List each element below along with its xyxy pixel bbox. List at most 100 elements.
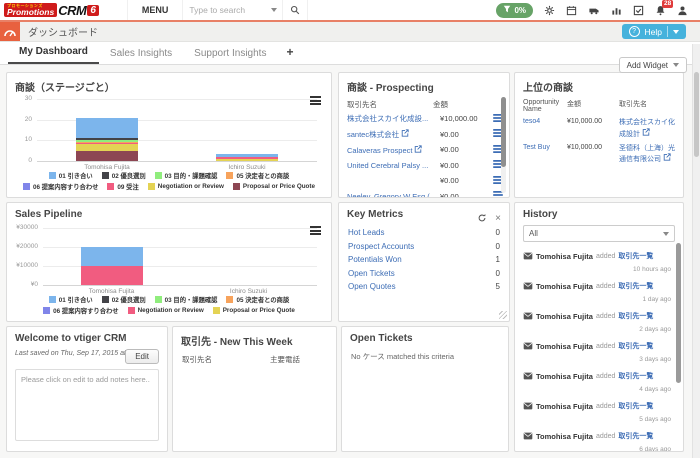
- account-name-link[interactable]: United Cerebral Palsy ...: [347, 161, 436, 170]
- legend-swatch: [43, 307, 50, 314]
- refresh-icon[interactable]: [477, 210, 487, 228]
- tab-my-dashboard[interactable]: My Dashboard: [8, 42, 99, 64]
- user-icon[interactable]: [677, 5, 688, 16]
- history-target-link[interactable]: 取引先一覧: [618, 281, 653, 291]
- table-row: Calaveras Prospect¥0.00: [347, 142, 503, 158]
- external-link-icon[interactable]: [414, 145, 422, 155]
- legend-item[interactable]: 02 優良選別: [102, 171, 146, 180]
- metric-link[interactable]: Prospect Accounts: [348, 242, 496, 251]
- help-button[interactable]: ? Help: [622, 24, 686, 39]
- resize-handle[interactable]: [499, 311, 507, 319]
- search-input[interactable]: [183, 5, 271, 15]
- account-name-link[interactable]: 株式会社スカイ化成設...: [347, 113, 436, 124]
- legend-item[interactable]: Negotiation or Review: [148, 182, 224, 191]
- app-logo[interactable]: プロモーションズPromotions CRM 6: [4, 1, 99, 19]
- van-icon[interactable]: [588, 5, 600, 16]
- legend-item[interactable]: 01 引き合い: [49, 171, 93, 180]
- history-target-link[interactable]: 取引先一覧: [618, 371, 653, 381]
- bar-tomohisa-fujita[interactable]: [76, 118, 138, 161]
- metric-value: 5: [496, 282, 500, 291]
- chevron-down-icon: [663, 232, 669, 236]
- page-scrollbar-thumb[interactable]: [694, 72, 699, 157]
- add-tab-button[interactable]: +: [277, 43, 302, 64]
- notes-area[interactable]: Please click on edit to add notes here..: [15, 369, 159, 441]
- history-target-link[interactable]: 取引先一覧: [618, 431, 653, 441]
- metric-link[interactable]: Open Quotes: [348, 282, 496, 291]
- edit-button[interactable]: Edit: [125, 349, 159, 364]
- dashboard-gauge-icon[interactable]: [0, 22, 20, 41]
- legend-item[interactable]: Proposal or Price Quote: [233, 182, 315, 191]
- legend-label: 02 優良選別: [112, 295, 146, 304]
- y-axis-tick-label: 30: [7, 95, 32, 102]
- chart-menu-icon[interactable]: [310, 96, 321, 105]
- history-target-link[interactable]: 取引先一覧: [618, 401, 653, 411]
- history-target-link[interactable]: 取引先一覧: [618, 251, 653, 261]
- legend-item[interactable]: 03 目的・課題確認: [155, 295, 218, 304]
- legend-item[interactable]: 05 決定者との商談: [226, 171, 289, 180]
- widget-welcome-notes: Welcome to vtiger CRM Last saved on Thu,…: [6, 326, 168, 452]
- history-target-link[interactable]: 取引先一覧: [618, 341, 653, 351]
- tasks-checkbox-icon[interactable]: [633, 5, 644, 16]
- widget-open-tickets: Open Tickets No ケース matched this criteri…: [341, 326, 509, 452]
- external-link-icon[interactable]: [401, 129, 409, 139]
- bar-ichiro-suzuki[interactable]: [216, 154, 278, 161]
- table-row: teso4¥10,000.00株式会社スカイ化成設計: [523, 116, 675, 142]
- amount-value: ¥0.00: [440, 176, 490, 185]
- opportunity-name-link[interactable]: Test Buy: [523, 144, 567, 151]
- tab-support-insights[interactable]: Support Insights: [183, 44, 277, 64]
- account-name-link[interactable]: Neeley, Gregory W Esq (: [347, 192, 436, 198]
- bar-tomohisa-fujita[interactable]: [81, 247, 143, 285]
- table-row: United Cerebral Palsy ...¥0.00: [347, 158, 503, 174]
- table-row: 株式会社スカイ化成設...¥10,000.00: [347, 111, 503, 127]
- widget-opportunities-by-stage: 商談（ステージごと） 0102030Tomohisa FujitaIchiro …: [6, 72, 332, 198]
- tab-sales-insights[interactable]: Sales Insights: [99, 44, 183, 64]
- legend-item[interactable]: 06 提案内容すり合わせ: [43, 306, 118, 315]
- envelope-icon: [523, 277, 533, 295]
- search-scope-chevron-down-icon[interactable]: [271, 8, 277, 12]
- usage-badge[interactable]: 0%: [496, 3, 533, 18]
- envelope-icon: [523, 247, 533, 265]
- external-link-icon[interactable]: [663, 153, 671, 165]
- y-axis-tick-label: ¥10000: [7, 262, 38, 269]
- add-widget-button[interactable]: Add Widget: [619, 57, 687, 73]
- settings-gear-icon[interactable]: [544, 5, 555, 16]
- menu-button[interactable]: MENU: [127, 0, 184, 20]
- account-name-link[interactable]: Calaveras Prospect: [347, 145, 436, 155]
- legend-label: 06 提案内容すり合わせ: [33, 182, 98, 191]
- metric-link[interactable]: Open Tickets: [348, 269, 496, 278]
- legend-item[interactable]: 01 引き合い: [49, 295, 93, 304]
- legend-item[interactable]: 02 優良選別: [102, 295, 146, 304]
- history-item: Tomohisa Fujitaadded取引先一覧1 day ago: [515, 276, 683, 306]
- bar-segment: [76, 151, 138, 161]
- metric-link[interactable]: Potentials Won: [348, 255, 496, 264]
- account-name-link[interactable]: santec株式会社: [347, 129, 436, 140]
- legend-item[interactable]: 09 受注: [107, 182, 138, 191]
- legend-swatch: [213, 307, 220, 314]
- legend-item[interactable]: 06 提案内容すり合わせ: [23, 182, 98, 191]
- bar-chart-icon[interactable]: [611, 5, 622, 16]
- x-axis-category-label: Ichiro Suzuki: [189, 288, 309, 295]
- legend-label: Negotiation or Review: [138, 307, 204, 314]
- external-link-icon[interactable]: [642, 128, 650, 140]
- legend-item[interactable]: 05 決定者との商談: [226, 295, 289, 304]
- history-action: added: [596, 343, 615, 350]
- notifications-bell-icon[interactable]: 28: [655, 5, 666, 16]
- legend-item[interactable]: 03 目的・課題確認: [155, 171, 218, 180]
- account-name-link[interactable]: 株式会社スカイ化成設計: [619, 118, 675, 140]
- search-button[interactable]: [282, 0, 308, 20]
- legend-item[interactable]: Negotiation or Review: [128, 306, 204, 315]
- scrollbar-thumb[interactable]: [676, 243, 681, 383]
- account-name-link[interactable]: 圣德科（上海）光通信有限公司: [619, 144, 675, 166]
- history-target-link[interactable]: 取引先一覧: [618, 311, 653, 321]
- history-action: added: [596, 433, 615, 440]
- metric-link[interactable]: Hot Leads: [348, 228, 496, 237]
- y-axis-tick-label: ¥0: [7, 281, 38, 288]
- opportunity-name-link[interactable]: teso4: [523, 118, 567, 125]
- close-icon[interactable]: ×: [495, 215, 501, 223]
- legend-item[interactable]: Proposal or Price Quote: [213, 306, 295, 315]
- scrollbar-thumb[interactable]: [501, 97, 506, 167]
- legend-swatch: [49, 296, 56, 303]
- history-timestamp: 6 days ago: [523, 446, 671, 452]
- history-filter-select[interactable]: All: [523, 225, 675, 242]
- calendar-icon[interactable]: [566, 5, 577, 16]
